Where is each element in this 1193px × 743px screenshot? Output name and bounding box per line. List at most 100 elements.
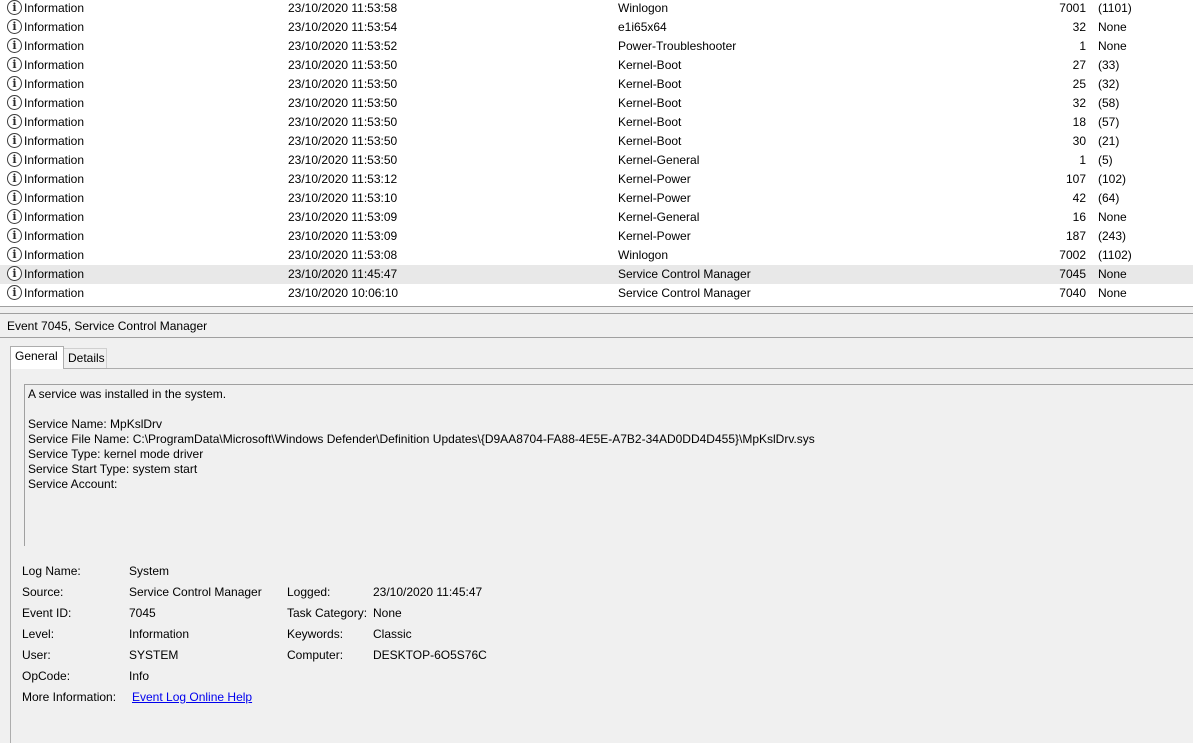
event-level: Information — [24, 248, 85, 262]
event-message-box[interactable]: A service was installed in the system. S… — [24, 384, 1193, 546]
event-task-category: None — [1098, 39, 1127, 53]
event-id: 27 — [1072, 58, 1086, 72]
event-row[interactable]: i Information 23/10/2020 11:53:50 Kernel… — [0, 75, 1193, 94]
log-name-value: System — [129, 564, 170, 578]
event-source: Kernel-Boot — [618, 115, 682, 129]
source-value: Service Control Manager — [129, 585, 262, 599]
information-icon: i — [7, 266, 22, 281]
list-divider — [0, 306, 1193, 307]
event-source: Power-Troubleshooter — [618, 39, 737, 53]
event-task-category: None — [1098, 20, 1127, 34]
event-row[interactable]: i Information 23/10/2020 11:53:09 Kernel… — [0, 227, 1193, 246]
event-row-selected[interactable]: i Information 23/10/2020 11:45:47 Servic… — [0, 265, 1193, 284]
event-task-category: None — [1098, 267, 1127, 281]
tab-details[interactable]: Details — [64, 348, 107, 369]
event-id: 18 — [1072, 115, 1086, 129]
event-date: 23/10/2020 10:06:10 — [288, 286, 399, 300]
event-id: 107 — [1065, 172, 1086, 186]
event-task-category: (5) — [1098, 153, 1113, 167]
event-source: Kernel-General — [618, 153, 700, 167]
event-level: Information — [24, 153, 85, 167]
event-level: Information — [24, 77, 85, 91]
event-row[interactable]: i Information 23/10/2020 11:53:54 e1i65x… — [0, 18, 1193, 37]
event-date: 23/10/2020 11:53:52 — [288, 39, 398, 53]
event-task-category: None — [1098, 210, 1127, 224]
event-date: 23/10/2020 11:53:50 — [288, 58, 398, 72]
information-icon: i — [7, 114, 22, 129]
event-row[interactable]: i Information 23/10/2020 11:53:12 Kernel… — [0, 170, 1193, 189]
event-source: Kernel-Power — [618, 172, 691, 186]
event-level: Information — [24, 20, 85, 34]
event-task-category: (58) — [1098, 96, 1120, 110]
user-label: User: — [22, 648, 51, 662]
level-value: Information — [129, 627, 190, 641]
event-date: 23/10/2020 11:53:50 — [288, 153, 398, 167]
event-source: Kernel-Boot — [618, 96, 682, 110]
information-icon: i — [7, 152, 22, 167]
event-row[interactable]: i Information 23/10/2020 11:53:08 Winlog… — [0, 246, 1193, 265]
event-level: Information — [24, 172, 85, 186]
event-source: e1i65x64 — [618, 20, 667, 34]
keywords-label: Keywords: — [287, 627, 344, 641]
event-row[interactable]: i Information 23/10/2020 10:06:10 Servic… — [0, 284, 1193, 303]
event-id: 32 — [1072, 96, 1086, 110]
event-task-category: (1101) — [1098, 1, 1132, 15]
computer-label: Computer: — [287, 648, 344, 662]
event-id: 1 — [1079, 153, 1086, 167]
event-log-online-help-link[interactable]: Event Log Online Help — [132, 690, 252, 705]
message-service-name: Service Name: MpKslDrv — [28, 417, 163, 431]
event-id-label: Event ID: — [22, 606, 72, 620]
event-source: Kernel-Power — [618, 229, 691, 243]
event-row[interactable]: i Information 23/10/2020 11:53:10 Kernel… — [0, 189, 1193, 208]
computer-value: DESKTOP-6O5S76C — [373, 648, 487, 662]
information-icon: i — [7, 95, 22, 110]
event-date: 23/10/2020 11:53:58 — [288, 1, 398, 15]
tab-general[interactable]: General — [10, 346, 64, 369]
event-date: 23/10/2020 11:53:09 — [288, 229, 398, 243]
event-id: 1 — [1079, 39, 1086, 53]
message-service-type: Service Type: kernel mode driver — [28, 447, 204, 461]
event-level: Information — [24, 115, 85, 129]
more-information-label: More Information: — [22, 690, 117, 704]
event-date: 23/10/2020 11:53:50 — [288, 77, 398, 91]
general-tab-body: A service was installed in the system. S… — [10, 368, 1193, 743]
event-source: Service Control Manager — [618, 286, 751, 300]
event-source: Winlogon — [618, 248, 669, 262]
event-task-category: None — [1098, 286, 1127, 300]
information-icon: i — [7, 228, 22, 243]
information-icon: i — [7, 76, 22, 91]
message-service-file: Service File Name: C:\ProgramData\Micros… — [28, 432, 815, 446]
event-id-value: 7045 — [129, 606, 156, 620]
user-value: SYSTEM — [129, 648, 179, 662]
event-row[interactable]: i Information 23/10/2020 11:53:50 Kernel… — [0, 113, 1193, 132]
event-row[interactable]: i Information 23/10/2020 11:53:50 Kernel… — [0, 151, 1193, 170]
event-source: Kernel-Boot — [618, 134, 682, 148]
keywords-value: Classic — [373, 627, 412, 641]
event-list[interactable]: i Information 23/10/2020 11:53:58 Winlog… — [0, 0, 1193, 307]
event-source: Kernel-Power — [618, 191, 691, 205]
opcode-value: Info — [129, 669, 150, 683]
event-level: Information — [24, 134, 85, 148]
event-row[interactable]: i Information 23/10/2020 11:53:50 Kernel… — [0, 132, 1193, 151]
event-row[interactable]: i Information 23/10/2020 11:53:50 Kernel… — [0, 94, 1193, 113]
event-date: 23/10/2020 11:45:47 — [288, 267, 398, 281]
event-row[interactable]: i Information 23/10/2020 11:53:09 Kernel… — [0, 208, 1193, 227]
event-row[interactable]: i Information 23/10/2020 11:53:50 Kernel… — [0, 56, 1193, 75]
event-date: 23/10/2020 11:53:12 — [288, 172, 398, 186]
event-task-category: (32) — [1098, 77, 1120, 91]
information-icon: i — [7, 190, 22, 205]
event-source: Winlogon — [618, 1, 669, 15]
event-level: Information — [24, 58, 85, 72]
event-level: Information — [24, 286, 85, 300]
event-row[interactable]: i Information 23/10/2020 11:53:58 Winlog… — [0, 0, 1193, 18]
event-task-category: (102) — [1098, 172, 1127, 186]
event-id: 42 — [1072, 191, 1086, 205]
event-task-category: (64) — [1098, 191, 1120, 205]
event-date: 23/10/2020 11:53:08 — [288, 248, 398, 262]
information-icon: i — [7, 247, 22, 262]
event-id: 32 — [1072, 20, 1086, 34]
event-date: 23/10/2020 11:53:09 — [288, 210, 398, 224]
event-source: Kernel-General — [618, 210, 700, 224]
event-level: Information — [24, 210, 85, 224]
event-row[interactable]: i Information 23/10/2020 11:53:52 Power-… — [0, 37, 1193, 56]
